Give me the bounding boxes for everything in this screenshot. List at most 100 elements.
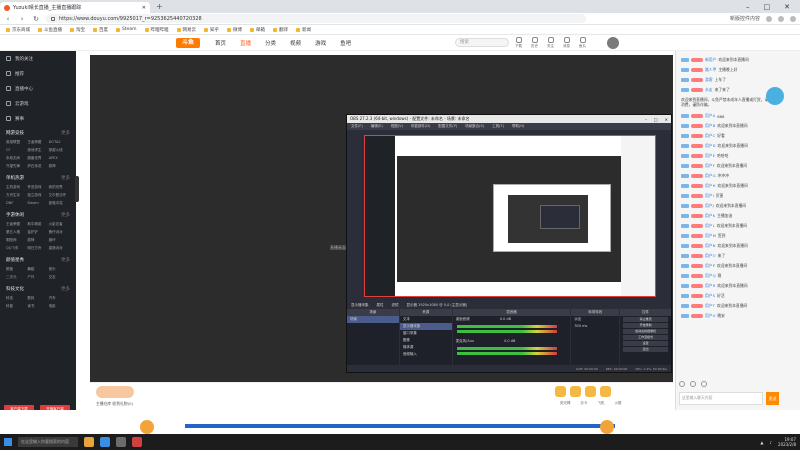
obs-menu-item[interactable]: 场景集合(S) [465, 124, 484, 129]
sidebar-category-item[interactable]: 独立游戏 [27, 193, 48, 198]
sidebar-category-item[interactable]: 汽车 [49, 296, 70, 301]
sidebar-category-item[interactable]: 舞蹈 [27, 267, 48, 272]
sidebar-category-item[interactable]: QQ飞车 [6, 246, 27, 251]
sidebar-category-item[interactable]: 方舟生存 [6, 193, 27, 198]
sidebar-section-more[interactable]: 更多 [61, 130, 70, 136]
sidebar-category-item[interactable]: CF [6, 148, 27, 153]
site-nav-item[interactable]: 直播 [240, 39, 251, 47]
streamer-badge[interactable] [96, 386, 134, 398]
bookmark-item[interactable]: 新闻 [296, 27, 311, 33]
sidebar-category-item[interactable]: 读书 [27, 304, 48, 309]
bookmark-item[interactable]: 微博 [227, 27, 242, 33]
chat-message[interactable]: 用户G 冲冲冲 [676, 171, 800, 181]
sidebar-category-item[interactable]: 炉石传说 [27, 164, 48, 169]
sidebar-nav-item[interactable]: 赛事 [0, 111, 76, 126]
bookmark-item[interactable]: 邮箱 [250, 27, 265, 33]
chat-username[interactable]: 用户C [705, 133, 715, 139]
site-nav-item[interactable]: 首页 [215, 39, 226, 47]
sidebar-category-item[interactable]: Steam [27, 201, 48, 206]
sidebar-category-item[interactable]: 穿越火线 [49, 148, 70, 153]
sidebar-section-more[interactable]: 更多 [61, 257, 70, 263]
transition-duration[interactable]: 300 ms [571, 323, 619, 329]
user-avatar[interactable] [607, 37, 619, 49]
obs-control-button[interactable]: 退出 [623, 347, 668, 352]
chat-username[interactable]: 用户T [705, 303, 715, 309]
chat-message[interactable]: 用户B 欢迎来到本直播间 [676, 121, 800, 131]
start-button[interactable] [4, 438, 12, 446]
taskbar-explorer-icon[interactable] [84, 437, 94, 447]
chat-message[interactable]: 用户O 来了 [676, 251, 800, 261]
sidebar-category-item[interactable]: DOTA2 [49, 140, 70, 145]
system-clock[interactable]: 19:07 2023/2/8 [778, 437, 796, 447]
chat-username[interactable]: 用户P [705, 263, 715, 269]
gift-card-icon[interactable] [570, 386, 581, 397]
site-nav-item[interactable]: 分类 [265, 39, 276, 47]
fan-badge-icon[interactable] [690, 381, 696, 387]
chat-username[interactable]: 用户S [705, 293, 715, 299]
douyu-logo[interactable]: 斗鱼 [176, 38, 200, 48]
obs-maximize-button[interactable]: □ [654, 117, 658, 122]
sidebar-collapse-handle[interactable] [75, 176, 79, 202]
site-nav-item[interactable]: 鱼吧 [340, 39, 351, 47]
sidebar-category-item[interactable]: 音乐 [49, 267, 70, 272]
gift-shortcut-icon[interactable] [701, 381, 707, 387]
chat-username[interactable]: 用户Q [705, 273, 716, 279]
chat-message[interactable]: 用户A 666 [676, 111, 800, 121]
sidebar-category-item[interactable]: APEX [49, 156, 70, 161]
sidebar-section-more[interactable]: 更多 [61, 175, 70, 181]
obs-preview[interactable] [364, 135, 656, 297]
chat-message[interactable]: 用户I 厉害 [676, 191, 800, 201]
header-icon-item[interactable]: 消息 [563, 37, 570, 49]
reload-button[interactable]: ↻ [32, 15, 40, 23]
url-field[interactable]: https://www.douyu.com/9925017_r=92536254… [46, 14, 586, 23]
chat-message[interactable]: 游客 上车了 [676, 75, 800, 85]
sidebar-category-item[interactable]: 魔兽世界 [27, 156, 48, 161]
obs-menu-item[interactable]: 编辑(E) [371, 124, 383, 129]
chat-username[interactable]: 用户I [705, 193, 714, 199]
bookmark-item[interactable]: 哔哩哔哩 [144, 27, 169, 33]
bookmark-item[interactable]: Steam [116, 27, 137, 32]
sidebar-category-item[interactable]: 原神 [49, 164, 70, 169]
sidebar-category-item[interactable]: 二次元 [6, 275, 27, 280]
site-search-input[interactable]: 搜索 [455, 38, 509, 47]
source-item[interactable]: 图像 [400, 337, 452, 344]
chat-message[interactable]: 用户N 欢迎来到本直播间 [676, 241, 800, 251]
chat-username[interactable]: 用户O [705, 253, 716, 259]
chat-username[interactable]: 用户G [705, 173, 716, 179]
source-item[interactable]: 媒体源 [400, 344, 452, 351]
chat-message[interactable]: 用户Q 稳 [676, 271, 800, 281]
sidebar-category-item[interactable]: 我的世界 [49, 185, 70, 190]
chat-message[interactable]: 用户S 好活 [676, 291, 800, 301]
bookmark-item[interactable]: 京东商城 [6, 27, 30, 33]
source-item[interactable]: 显示器采集 [399, 323, 452, 330]
header-icon-item[interactable]: 下载 [515, 37, 522, 49]
chat-username[interactable]: 路人甲 [705, 67, 716, 73]
bookmark-item[interactable]: 淘宝 [70, 27, 85, 33]
sidebar-category-item[interactable]: 英雄联盟 [6, 140, 27, 145]
sidebar-category-item[interactable]: 艾尔登法环 [49, 193, 70, 198]
sidebar-category-item[interactable]: 蛋仔派对 [49, 230, 70, 235]
extension-icon[interactable] [766, 15, 772, 22]
taskbar-search[interactable]: 在这里输入你要搜索的内容 [18, 437, 78, 447]
chat-username[interactable]: 用户E [705, 153, 715, 159]
chat-message[interactable]: 用户U 晚安 [676, 311, 800, 321]
chat-message[interactable]: 用户T 欢迎来到本直播间 [676, 301, 800, 311]
obs-menu-item[interactable]: 工具(T) [492, 124, 504, 129]
sidebar-category-item[interactable]: 和平精英 [27, 222, 48, 227]
chat-username[interactable]: 用户R [705, 283, 715, 289]
chat-message[interactable]: 新用户 欢迎来到本直播间 [676, 55, 800, 65]
bookmark-item[interactable]: 知乎 [204, 27, 219, 33]
chat-username[interactable]: 用户D [705, 143, 716, 149]
site-nav-item[interactable]: 视频 [290, 39, 301, 47]
bookmark-item[interactable]: 斗鱼直播 [38, 27, 62, 33]
obs-menu-item[interactable]: 停靠部件(D) [411, 124, 430, 129]
obs-source-bar-item[interactable]: 显示器 1920x1080 @ 0,0 (主显示器) [407, 303, 468, 308]
taskbar-app-icon[interactable] [132, 437, 142, 447]
volume-icon[interactable]: ♪ [769, 440, 772, 445]
backpack-text[interactable]: 主播仓库 收到礼物(0) [96, 401, 133, 407]
sidebar-section-more[interactable]: 更多 [61, 212, 70, 218]
gift-glowstick-icon[interactable] [555, 386, 566, 397]
chat-message[interactable]: 用户L 欢迎来到本直播间 [676, 221, 800, 231]
gift-plane-icon[interactable] [585, 386, 596, 397]
gift-rocket-icon[interactable] [600, 386, 611, 397]
